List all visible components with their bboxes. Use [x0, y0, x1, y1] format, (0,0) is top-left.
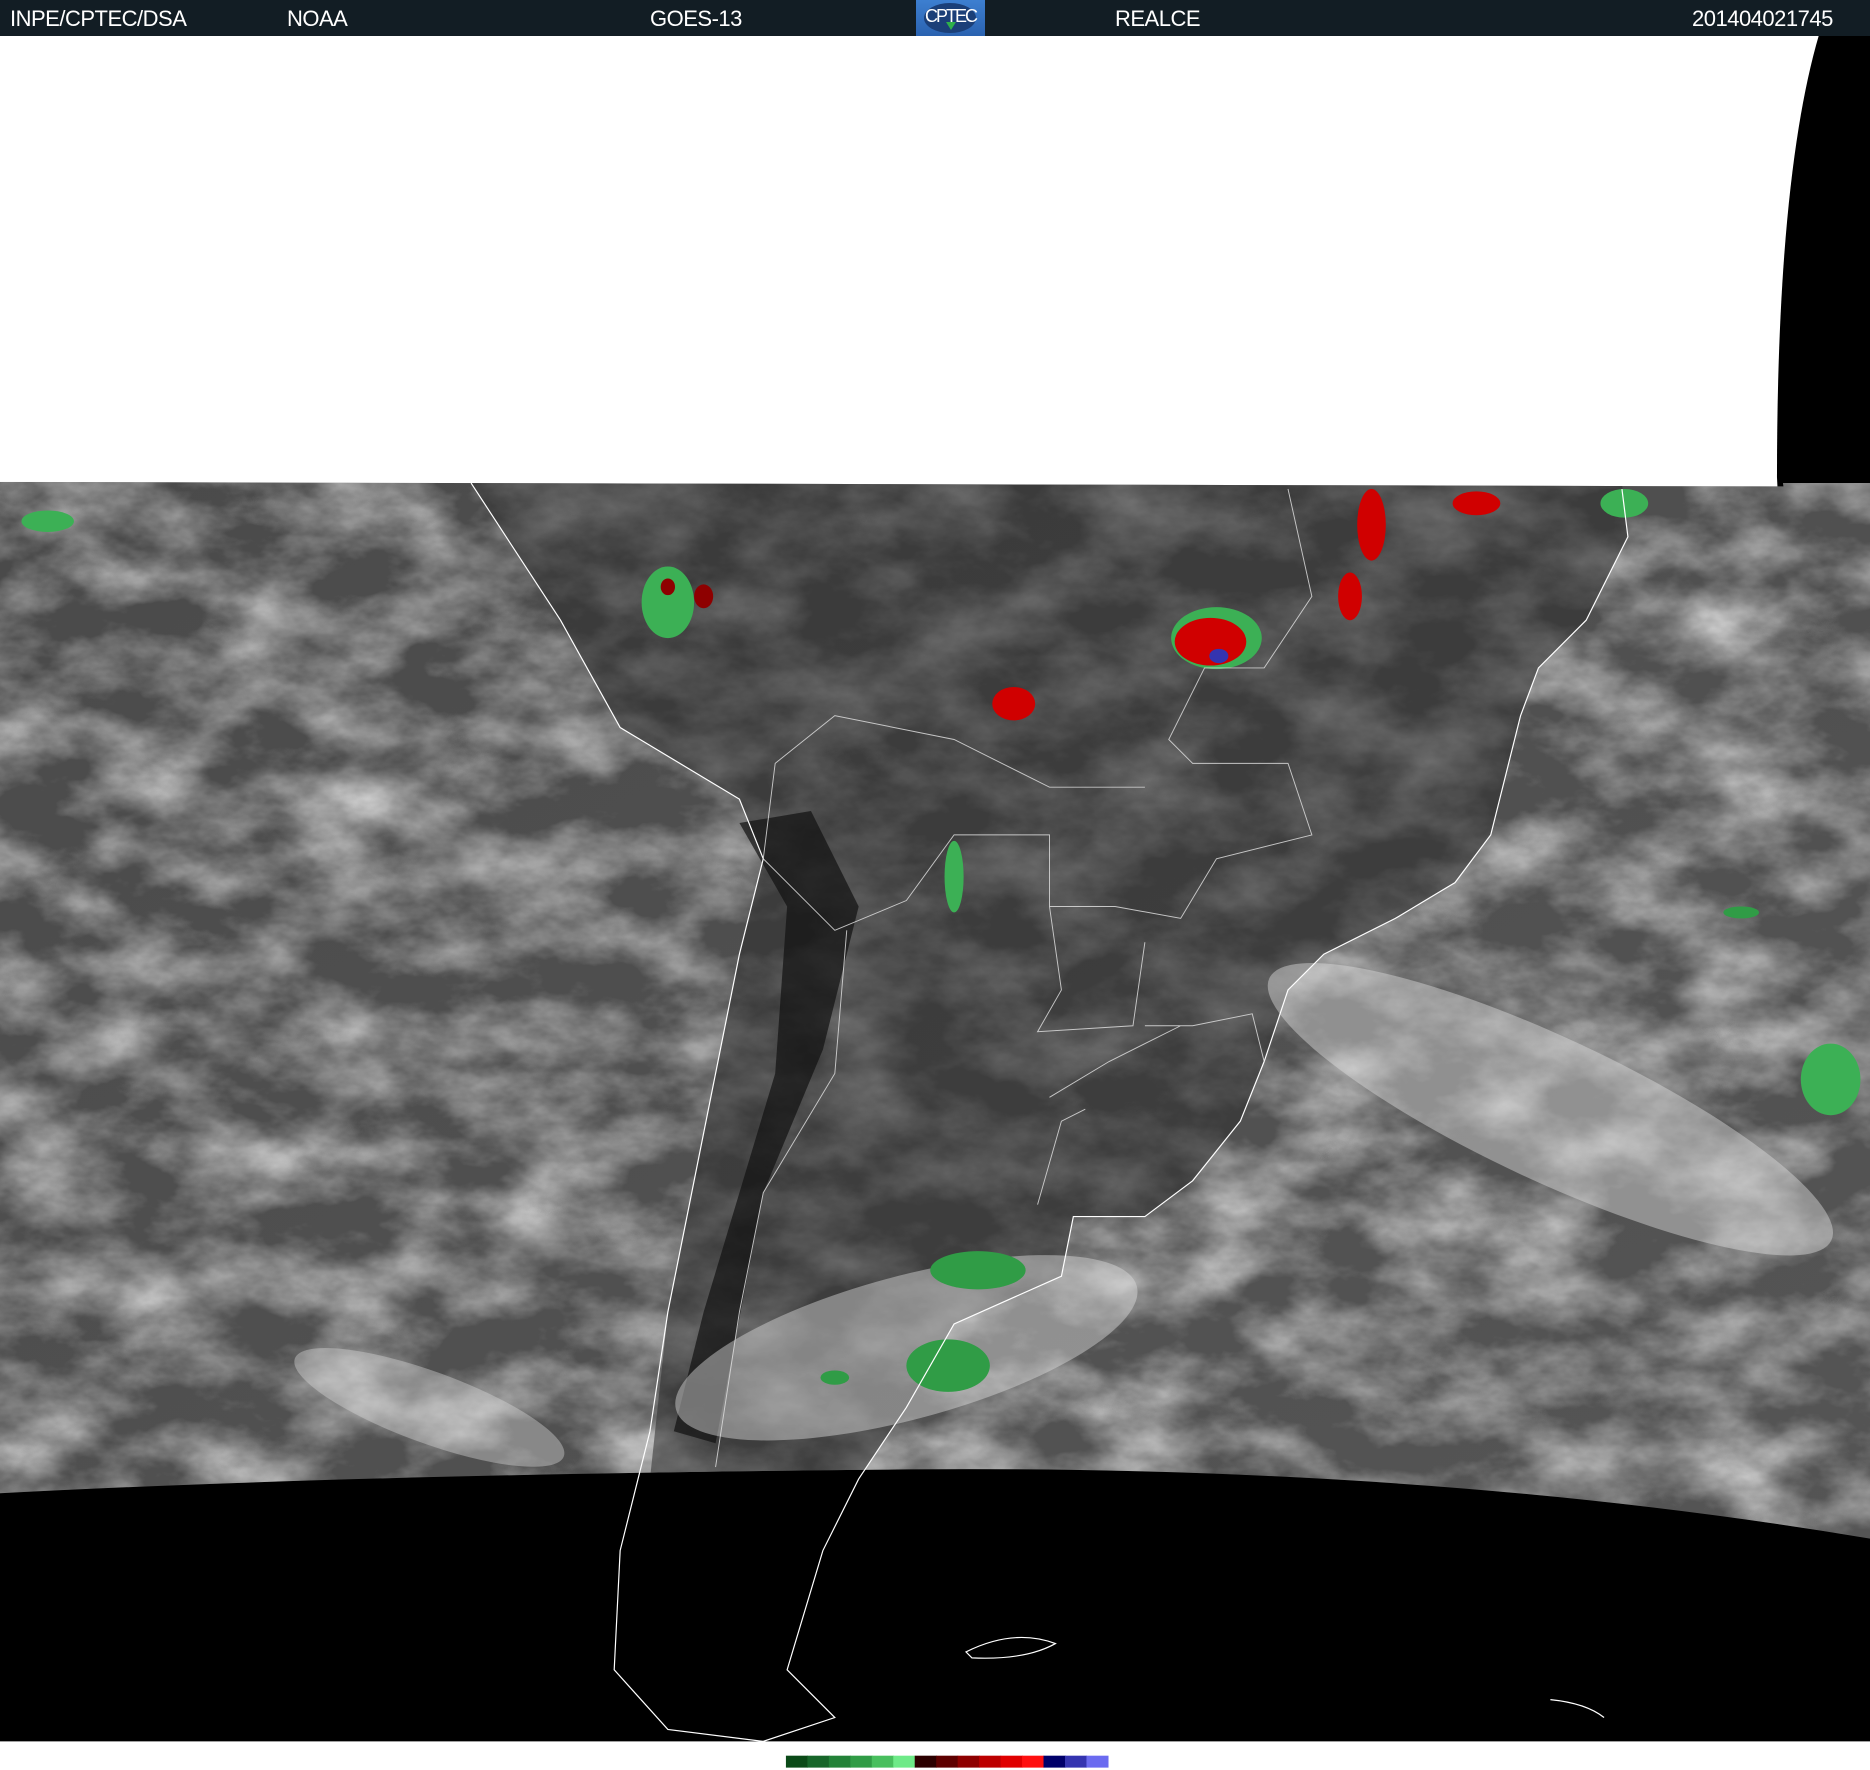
space-area	[0, 1467, 1870, 1742]
legend-tick-label: -50	[816, 1744, 830, 1755]
legend-swatch	[1064, 1755, 1088, 1768]
legend-tick-label: -60	[899, 1744, 913, 1755]
legend-swatch	[1022, 1755, 1045, 1768]
legend-swatch	[957, 1755, 980, 1768]
legend-tick-label: -70	[981, 1744, 995, 1755]
legend-swatch	[785, 1755, 808, 1768]
legend-swatch	[807, 1755, 830, 1768]
satellite-image: Temperatura °Celsius -50 -60 -70 -80	[0, 35, 1870, 1768]
cptec-logo: CPTEC	[916, 0, 985, 36]
legend-swatch	[828, 1755, 851, 1768]
timestamp-label: 201404021745	[1692, 6, 1833, 31]
legend-swatch	[871, 1755, 894, 1768]
legend-swatch	[914, 1755, 937, 1768]
legend-swatch	[936, 1755, 959, 1768]
temperature-legend	[785, 1755, 1109, 1768]
agency-label: INPE/CPTEC/DSA	[10, 6, 187, 31]
legend-swatch	[1043, 1755, 1066, 1768]
legend-swatch	[1086, 1755, 1109, 1768]
legend-swatch	[850, 1755, 873, 1768]
header-bar: INPE/CPTEC/DSA NOAA GOES-13 CPTEC REALCE…	[0, 0, 1870, 36]
provider-label: NOAA	[287, 6, 348, 31]
legend-title: Temperatura °Celsius	[1127, 1750, 1253, 1765]
legend-swatch	[979, 1755, 1002, 1768]
no-data-area	[0, 35, 1870, 490]
legend-swatch	[893, 1755, 916, 1768]
product-label: REALCE	[1115, 6, 1201, 31]
satellite-label: GOES-13	[650, 6, 742, 31]
legend-tick-label: -80	[1063, 1744, 1077, 1755]
legend-swatch	[1000, 1755, 1023, 1768]
